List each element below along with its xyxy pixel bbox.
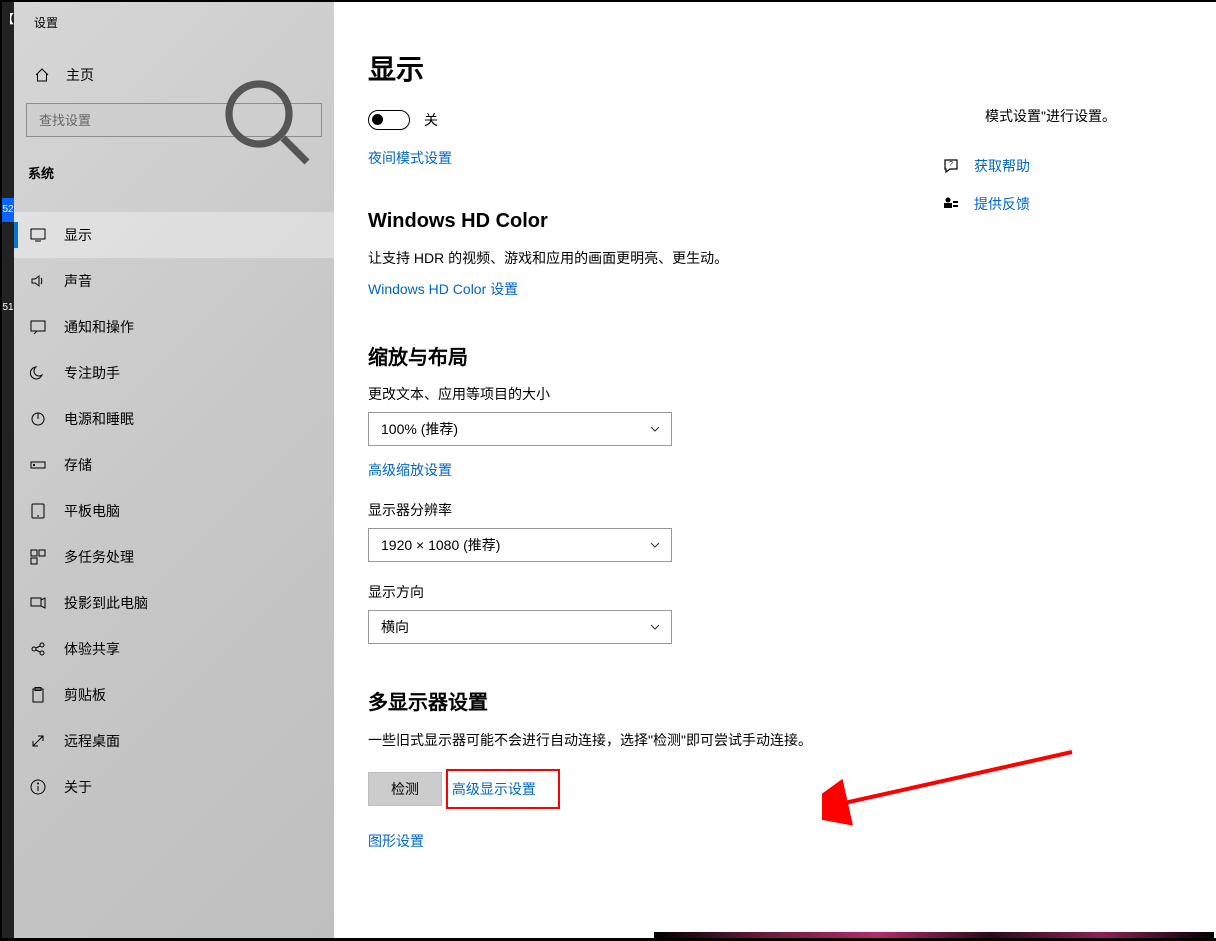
get-help-label: 获取帮助 — [974, 156, 1030, 176]
nav-sound[interactable]: 声音 — [14, 258, 334, 304]
tablet-icon — [30, 503, 46, 519]
help-icon: ? — [942, 157, 960, 175]
search-box[interactable] — [26, 103, 322, 137]
power-icon — [30, 411, 46, 427]
nav-label: 电源和睡眠 — [64, 409, 134, 429]
strip-top: 【 — [2, 10, 14, 27]
hdcolor-desc: 让支持 HDR 的视频、游戏和应用的画面更明亮、更生动。 — [368, 247, 1216, 271]
night-mode-toggle[interactable] — [368, 110, 410, 130]
nav-label: 体验共享 — [64, 639, 120, 659]
resolution-select[interactable]: 1920 × 1080 (推荐) — [368, 528, 672, 562]
share-icon — [30, 641, 46, 657]
nav-notifications[interactable]: 通知和操作 — [14, 304, 334, 350]
nav-label: 平板电脑 — [64, 501, 120, 521]
nav-label: 多任务处理 — [64, 547, 134, 567]
scale-heading: 缩放与布局 — [368, 341, 1216, 370]
bottom-decoration — [654, 932, 1214, 938]
orientation-value: 横向 — [381, 617, 409, 637]
storage-icon — [30, 457, 46, 473]
nav-label: 剪贴板 — [64, 685, 106, 705]
home-icon — [34, 67, 50, 83]
nav-multitask[interactable]: 多任务处理 — [14, 534, 334, 580]
notification-icon — [30, 319, 46, 335]
nav-label: 投影到此电脑 — [64, 593, 148, 613]
nav-label: 专注助手 — [64, 363, 120, 383]
settings-window: 设置 主页 系统 显示 声音 — [14, 2, 1216, 938]
orientation-label: 显示方向 — [368, 582, 1216, 602]
get-help-link[interactable]: ? 获取帮助 — [942, 156, 1182, 176]
nav-label: 声音 — [64, 271, 92, 291]
detect-button[interactable]: 检测 — [368, 772, 442, 806]
strip-tag: 52 — [2, 198, 14, 222]
toggle-state-label: 关 — [424, 110, 438, 130]
nav-label: 存储 — [64, 455, 92, 475]
nav-focus[interactable]: 专注助手 — [14, 350, 334, 396]
graphics-settings-link[interactable]: 图形设置 — [368, 833, 424, 849]
project-icon — [30, 595, 46, 611]
nav-label: 显示 — [64, 225, 92, 245]
feedback-link[interactable]: 提供反馈 — [942, 194, 1182, 214]
text-size-select[interactable]: 100% (推荐) — [368, 412, 672, 446]
remote-icon — [30, 733, 46, 749]
page-title: 显示 — [334, 2, 1216, 88]
multitask-icon — [30, 549, 46, 565]
nav-storage[interactable]: 存储 — [14, 442, 334, 488]
resolution-value: 1920 × 1080 (推荐) — [381, 535, 500, 555]
strip-tag2: 51 — [2, 298, 14, 318]
nav-tablet[interactable]: 平板电脑 — [14, 488, 334, 534]
nav-list: 显示 声音 通知和操作 专注助手 电源和睡眠 — [14, 212, 334, 810]
feedback-icon — [942, 195, 960, 213]
search-icon — [217, 72, 313, 168]
info-icon — [30, 779, 46, 795]
sidebar: 设置 主页 系统 显示 声音 — [14, 2, 334, 938]
svg-text:?: ? — [949, 161, 953, 168]
monitor-icon — [30, 227, 46, 243]
advanced-display-link[interactable]: 高级显示设置 — [452, 781, 536, 797]
chevron-down-icon — [649, 539, 661, 551]
nav-project[interactable]: 投影到此电脑 — [14, 580, 334, 626]
multi-heading: 多显示器设置 — [368, 686, 1216, 715]
search-input[interactable] — [37, 112, 217, 129]
nav-display[interactable]: 显示 — [14, 212, 334, 258]
speaker-icon — [30, 273, 46, 289]
feedback-label: 提供反馈 — [974, 194, 1030, 214]
chevron-down-icon — [649, 621, 661, 633]
resolution-label: 显示器分辨率 — [368, 500, 1216, 520]
main-content: 显示 模式设置"进行设置。 夜间模式 关 夜间模式设置 Windows HD C… — [334, 2, 1216, 938]
external-strip: 【 52 51 — [2, 2, 14, 938]
aside: ? 获取帮助 提供反馈 — [942, 98, 1182, 232]
nav-label: 通知和操作 — [64, 317, 134, 337]
nav-label: 远程桌面 — [64, 731, 120, 751]
moon-icon — [30, 365, 46, 381]
orientation-select[interactable]: 横向 — [368, 610, 672, 644]
app-title: 设置 — [14, 2, 334, 31]
highlight-annotation: 高级显示设置 — [446, 769, 560, 809]
multi-desc: 一些旧式显示器可能不会进行自动连接，选择"检测"即可尝试手动连接。 — [368, 729, 1216, 753]
nav-clipboard[interactable]: 剪贴板 — [14, 672, 334, 718]
nav-remote[interactable]: 远程桌面 — [14, 718, 334, 764]
advanced-scale-link[interactable]: 高级缩放设置 — [368, 460, 1216, 480]
nav-power[interactable]: 电源和睡眠 — [14, 396, 334, 442]
nav-about[interactable]: 关于 — [14, 764, 334, 810]
home-label: 主页 — [66, 65, 94, 85]
text-size-label: 更改文本、应用等项目的大小 — [368, 384, 1216, 404]
chevron-down-icon — [649, 423, 661, 435]
nav-shared[interactable]: 体验共享 — [14, 626, 334, 672]
nav-label: 关于 — [64, 777, 92, 797]
clipboard-icon — [30, 687, 46, 703]
hdcolor-settings-link[interactable]: Windows HD Color 设置 — [368, 279, 1216, 299]
text-size-value: 100% (推荐) — [381, 419, 458, 439]
